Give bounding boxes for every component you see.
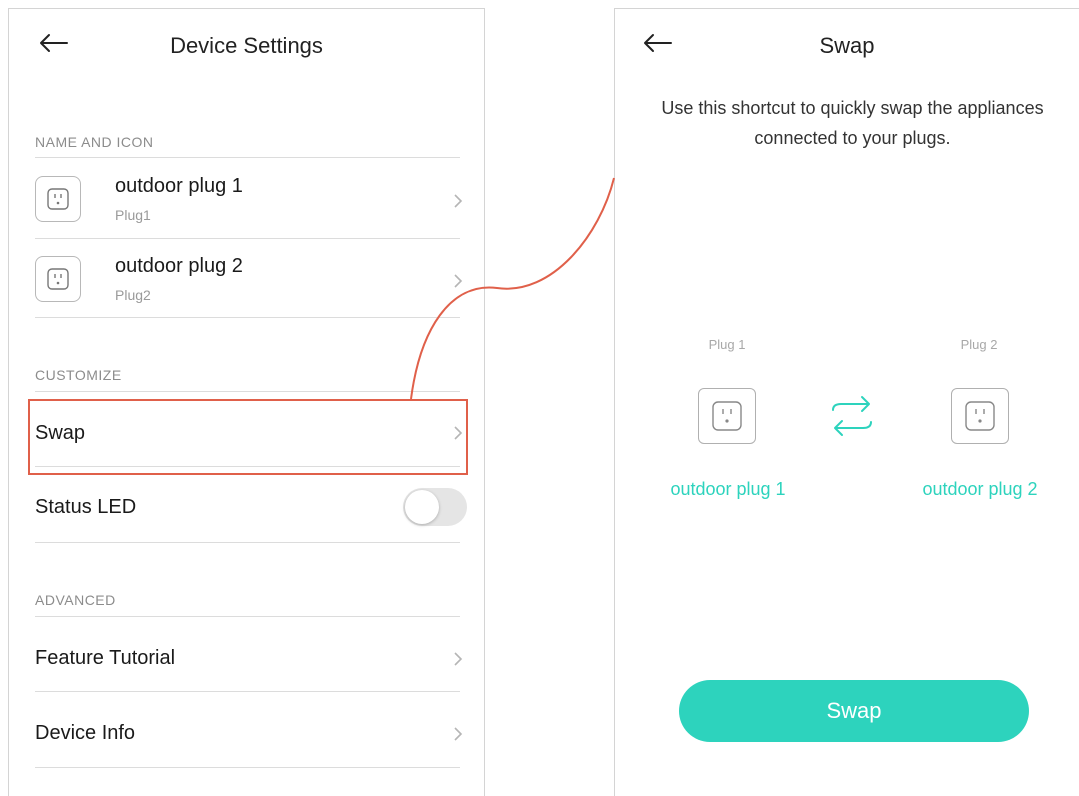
section-label-customize: CUSTOMIZE bbox=[35, 367, 122, 383]
plug-1-name: outdoor plug 1 bbox=[670, 479, 786, 499]
status-led-label: Status LED bbox=[35, 496, 137, 518]
divider bbox=[35, 616, 460, 617]
outlet-icon bbox=[35, 256, 81, 302]
section-label-advanced: ADVANCED bbox=[35, 592, 116, 608]
swap-row[interactable]: Swap bbox=[35, 402, 467, 464]
swap-button[interactable]: Swap bbox=[679, 680, 1029, 742]
device-info-label: Device Info bbox=[35, 722, 136, 744]
swap-arrows-icon[interactable] bbox=[829, 394, 875, 438]
feature-tutorial-row[interactable]: Feature Tutorial bbox=[35, 627, 467, 691]
plug-2-name: outdoor plug 2 bbox=[922, 479, 1038, 499]
swap-description: Use this shortcut to quickly swap the ap… bbox=[661, 98, 1044, 148]
chevron-right-icon bbox=[453, 193, 463, 209]
section-label-name-and-icon: NAME AND ICON bbox=[35, 134, 154, 150]
device-subtitle: Plug2 bbox=[115, 287, 151, 303]
divider bbox=[35, 542, 460, 543]
status-led-toggle[interactable] bbox=[403, 488, 467, 526]
chevron-right-icon bbox=[453, 273, 463, 289]
device-info-row[interactable]: Device Info bbox=[35, 702, 467, 766]
plug-1-label: Plug 1 bbox=[708, 337, 746, 352]
toggle-knob bbox=[405, 490, 439, 524]
feature-tutorial-label: Feature Tutorial bbox=[35, 647, 176, 669]
device-name: outdoor plug 1 bbox=[115, 175, 243, 197]
chevron-right-icon bbox=[453, 425, 463, 441]
outlet-icon bbox=[951, 388, 1009, 444]
plug-2-label: Plug 2 bbox=[960, 337, 998, 352]
divider bbox=[35, 238, 460, 239]
device-subtitle: Plug1 bbox=[115, 207, 151, 223]
divider bbox=[35, 391, 460, 392]
outlet-icon bbox=[698, 388, 756, 444]
divider bbox=[35, 767, 460, 768]
swap-row-label: Swap bbox=[35, 422, 86, 444]
device-settings-panel: Device Settings NAME AND ICON outdoor pl… bbox=[8, 8, 485, 796]
divider bbox=[35, 317, 460, 318]
page-title: Device Settings bbox=[170, 33, 323, 58]
divider bbox=[35, 157, 460, 158]
chevron-right-icon bbox=[453, 726, 463, 742]
status-led-row: Status LED bbox=[35, 477, 467, 541]
divider bbox=[35, 691, 460, 692]
page-title: Swap bbox=[819, 33, 875, 58]
device-row-plug-1[interactable]: outdoor plug 1 Plug1 bbox=[35, 169, 467, 239]
chevron-right-icon bbox=[453, 651, 463, 667]
device-name: outdoor plug 2 bbox=[115, 255, 243, 277]
divider bbox=[35, 466, 460, 467]
outlet-icon bbox=[35, 176, 81, 222]
device-row-plug-2[interactable]: outdoor plug 2 Plug2 bbox=[35, 249, 467, 319]
